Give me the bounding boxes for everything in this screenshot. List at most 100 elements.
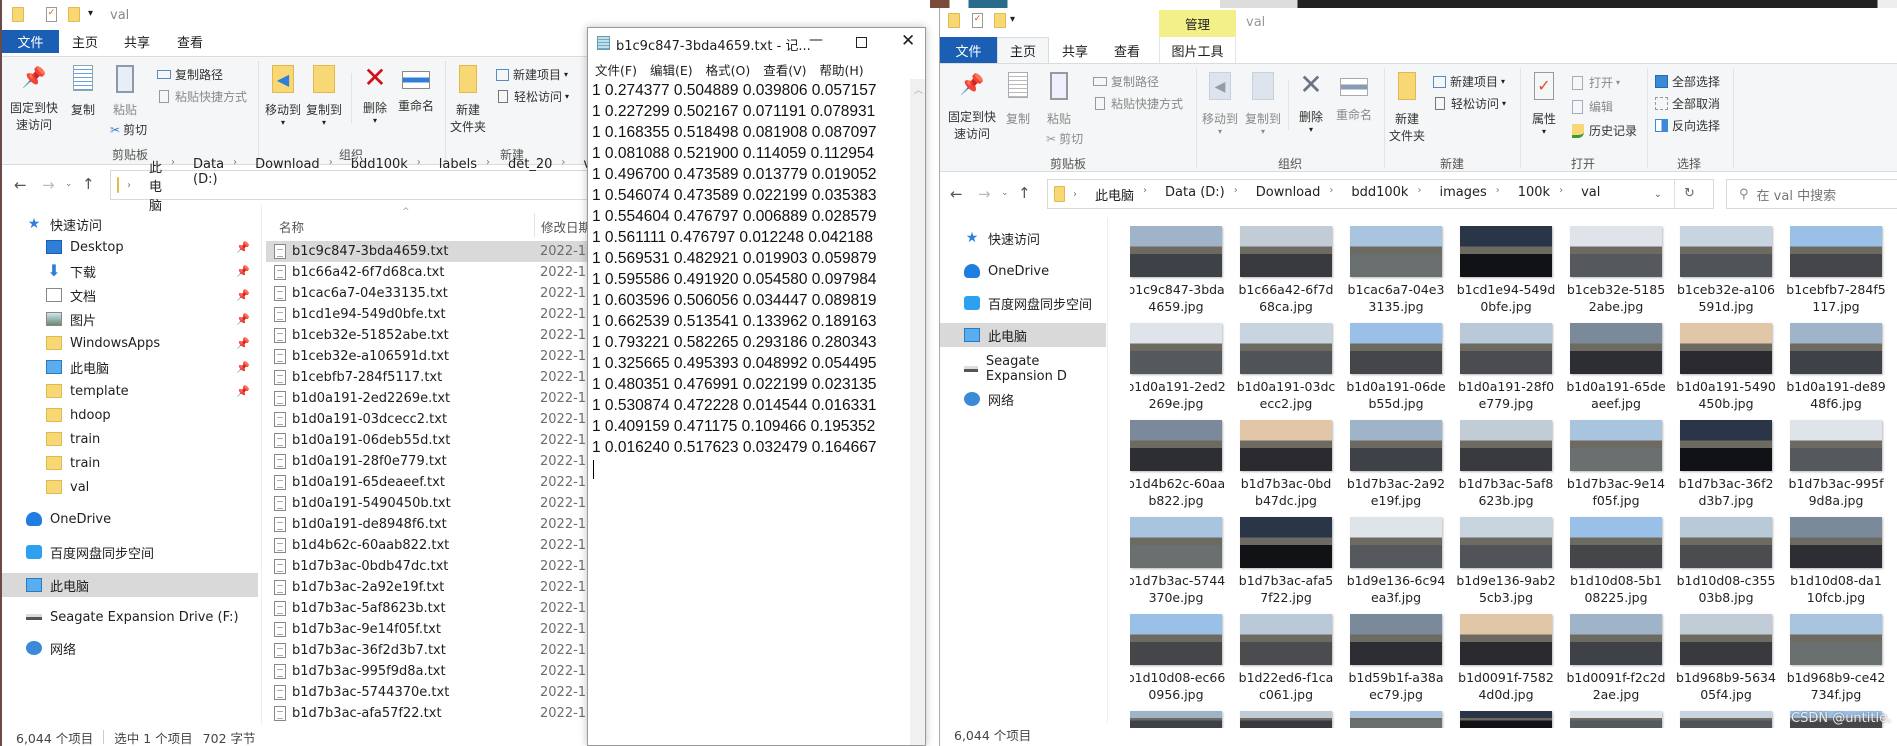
chevron-right-icon[interactable]: › — [1329, 185, 1333, 204]
maximize-button[interactable] — [856, 37, 867, 48]
image-thumbnail[interactable] — [1460, 614, 1552, 665]
image-thumbnail[interactable] — [1680, 711, 1772, 728]
tab-picture-tools[interactable]: 图片工具 — [1159, 37, 1236, 63]
easy-access-button[interactable]: 轻松访问 ▾ — [1433, 95, 1506, 112]
file-row[interactable]: b1d7b3ac-5af8623b.txt 2022-12- — [266, 598, 590, 619]
nav-item-此电脑[interactable]: 此电脑 — [940, 323, 1106, 347]
rename-button[interactable]: 重命名 — [395, 65, 437, 114]
nav-item-百度网盘同步空间[interactable]: 百度网盘同步空间 — [940, 291, 1106, 315]
image-thumbnail[interactable] — [1570, 226, 1662, 277]
thumbnail-label[interactable]: b1c9c847-3bda 4659.jpg — [1130, 281, 1231, 315]
forward-button[interactable]: → — [42, 176, 55, 194]
file-row[interactable]: b1c66a42-6f7d68ca.txt 2022-12- — [266, 262, 590, 283]
context-tab-manage[interactable]: 管理 — [1159, 10, 1236, 37]
nav-item-onedrive[interactable]: OneDrive — [940, 259, 1106, 283]
image-thumbnail[interactable] — [1130, 711, 1222, 728]
paste-button[interactable]: 粘贴 — [110, 65, 140, 118]
thumbnail-label[interactable]: b1d0a191-65de aeef.jpg — [1561, 378, 1671, 412]
copy-path-button[interactable]: 复制路径 — [1093, 73, 1159, 90]
paste-shortcut-button[interactable]: 粘贴快捷方式 — [157, 88, 247, 105]
tab-home[interactable]: 主页 — [68, 30, 102, 53]
thumbnail-label[interactable]: b1d7b3ac-36f2 d3b7.jpg — [1671, 475, 1781, 509]
file-row[interactable]: b1d0a191-06deb55d.txt 2022-12- — [266, 430, 590, 451]
nav-item-train[interactable]: train — [2, 451, 258, 475]
new-item-button[interactable]: 新建项目 ▾ — [496, 66, 568, 83]
move-to-button[interactable]: ◀ 移动到 ▾ — [264, 65, 302, 127]
image-thumbnail[interactable] — [1790, 323, 1882, 374]
address-bar[interactable]: › 此电脑 › Data (D:) › Download › bdd100k › labels ›… — [110, 157, 590, 214]
customize-toolbar-icon[interactable]: ▾ — [1010, 14, 1015, 25]
image-thumbnail[interactable] — [1130, 226, 1222, 277]
file-row[interactable]: b1d7b3ac-afa57f22.txt 2022-12- — [266, 703, 590, 724]
thumbnail-label[interactable]: b1cebfb7-284f5 117.jpg — [1781, 281, 1891, 315]
thumbnail-label[interactable]: b1d7b3ac-5af8 623b.jpg — [1451, 475, 1561, 509]
back-button[interactable]: ← — [14, 176, 27, 194]
easy-access-button[interactable]: 轻松访问 ▾ — [496, 88, 569, 105]
chevron-right-icon[interactable]: › — [171, 157, 175, 214]
image-thumbnail[interactable] — [1350, 226, 1442, 277]
file-row[interactable]: b1d0a191-28f0e779.txt 2022-12- — [266, 451, 590, 472]
thumbnail-label[interactable]: b1d0a191-06de b55d.jpg — [1341, 378, 1451, 412]
image-thumbnail[interactable] — [1460, 517, 1552, 568]
new-folder-icon[interactable] — [994, 13, 1006, 28]
image-thumbnail[interactable] — [1460, 420, 1552, 471]
minimize-button[interactable]: — — [809, 32, 823, 48]
tab-home[interactable]: 主页 — [997, 37, 1049, 63]
tab-view[interactable]: 查看 — [1107, 37, 1147, 63]
file-row[interactable]: b1d7b3ac-2a92e19f.txt 2022-12- — [266, 577, 590, 598]
thumbnail-label[interactable]: b1d968b9-ce42 734f.jpg — [1781, 669, 1891, 703]
vertical-scrollbar[interactable]: ︿ — [910, 79, 925, 745]
thumbnail-label[interactable]: b1d0a191-de89 48f6.jpg — [1781, 378, 1891, 412]
breadcrumb-item[interactable]: Data (D:) — [1165, 185, 1225, 204]
column-header-name[interactable]: 名称 — [279, 217, 304, 236]
file-row[interactable]: b1ceb32e-51852abe.txt 2022-12- — [266, 325, 590, 346]
thumbnail-label[interactable]: b1d0091f-f2c2d 2ae.jpg — [1561, 669, 1671, 703]
forward-button[interactable]: → — [978, 185, 991, 203]
image-thumbnail[interactable] — [1680, 323, 1772, 374]
nav-item-网络[interactable]: 网络 — [2, 636, 258, 660]
thumbnail-label[interactable]: b1d7b3ac-2a92 e19f.jpg — [1341, 475, 1451, 509]
tab-file[interactable]: 文件 — [940, 37, 997, 63]
file-row[interactable]: b1d0a191-03dcecc2.txt 2022-12- — [266, 409, 590, 430]
new-folder-button[interactable]: 新建 文件夹 — [448, 65, 488, 135]
thumbnail-label[interactable]: b1d7b3ac-5744 370e.jpg — [1130, 572, 1231, 606]
image-thumbnail[interactable] — [1790, 614, 1882, 665]
menu-item[interactable]: 文件(F) — [595, 60, 637, 78]
image-thumbnail[interactable] — [1570, 420, 1662, 471]
text-area[interactable]: 1 0.274377 0.504889 0.039806 0.057157 1 0… — [588, 79, 910, 745]
copy-button[interactable]: 复制 — [68, 65, 98, 118]
copy-to-button[interactable]: 复制到 ▾ — [305, 65, 343, 127]
thumbnail-label[interactable]: b1cac6a7-04e3 3135.jpg — [1341, 281, 1451, 315]
nav-item-onedrive[interactable]: OneDrive — [2, 507, 258, 531]
recent-locations-button[interactable]: ⌄ — [1001, 188, 1009, 198]
address-dropdown-icon[interactable]: ⌄ — [1654, 189, 1662, 200]
tab-share[interactable]: 共享 — [1055, 37, 1095, 63]
nav-item-hdoop[interactable]: hdoop — [2, 403, 258, 427]
image-thumbnail[interactable] — [1350, 614, 1442, 665]
file-row[interactable]: b1cebfb7-284f5117.txt 2022-12- — [266, 367, 590, 388]
file-row[interactable]: b1d0a191-65deaeef.txt 2022-12- — [266, 472, 590, 493]
menu-item[interactable]: 查看(V) — [763, 60, 806, 78]
file-row[interactable]: b1c9c847-3bda4659.txt 2022-12- — [266, 241, 590, 262]
file-row[interactable]: b1ceb32e-a106591d.txt 2022-12- — [266, 346, 590, 367]
menu-item[interactable]: 格式(O) — [706, 60, 751, 78]
file-row[interactable]: b1cd1e94-549d0bfe.txt 2022-12- — [266, 304, 590, 325]
thumbnail-label[interactable]: b1d0a191-2ed2 269e.jpg — [1130, 378, 1231, 412]
chevron-right-icon[interactable]: › — [233, 157, 237, 214]
thumbnail-label[interactable]: b1d59b1f-a38a ec79.jpg — [1341, 669, 1451, 703]
delete-button[interactable]: ✕ 删除 ▾ — [358, 63, 392, 126]
thumbnail-label[interactable]: b1c66a42-6f7d 68ca.jpg — [1231, 281, 1341, 315]
cut-button[interactable]: ✂ 剪切 — [1046, 130, 1083, 147]
image-thumbnail[interactable] — [1790, 420, 1882, 471]
image-thumbnail[interactable] — [1680, 420, 1772, 471]
file-row[interactable]: b1d0a191-de8948f6.txt 2022-12- — [266, 514, 590, 535]
copy-button[interactable]: 复制 — [1003, 72, 1033, 127]
file-row[interactable]: b1d0a191-2ed2269e.txt 2022-12- — [266, 388, 590, 409]
paste-shortcut-button[interactable]: 粘贴快捷方式 — [1093, 95, 1183, 112]
nav-item-文档[interactable]: 文档 📌 — [2, 283, 258, 307]
nav-item-seagate-expansion-drive-(f:)[interactable]: Seagate Expansion Drive (F:) — [2, 605, 258, 629]
properties-icon[interactable]: ✓ — [46, 7, 57, 22]
file-row[interactable]: b1d0a191-5490450b.txt 2022-12- — [266, 493, 590, 514]
image-thumbnail[interactable] — [1350, 517, 1442, 568]
image-thumbnail[interactable] — [1350, 323, 1442, 374]
